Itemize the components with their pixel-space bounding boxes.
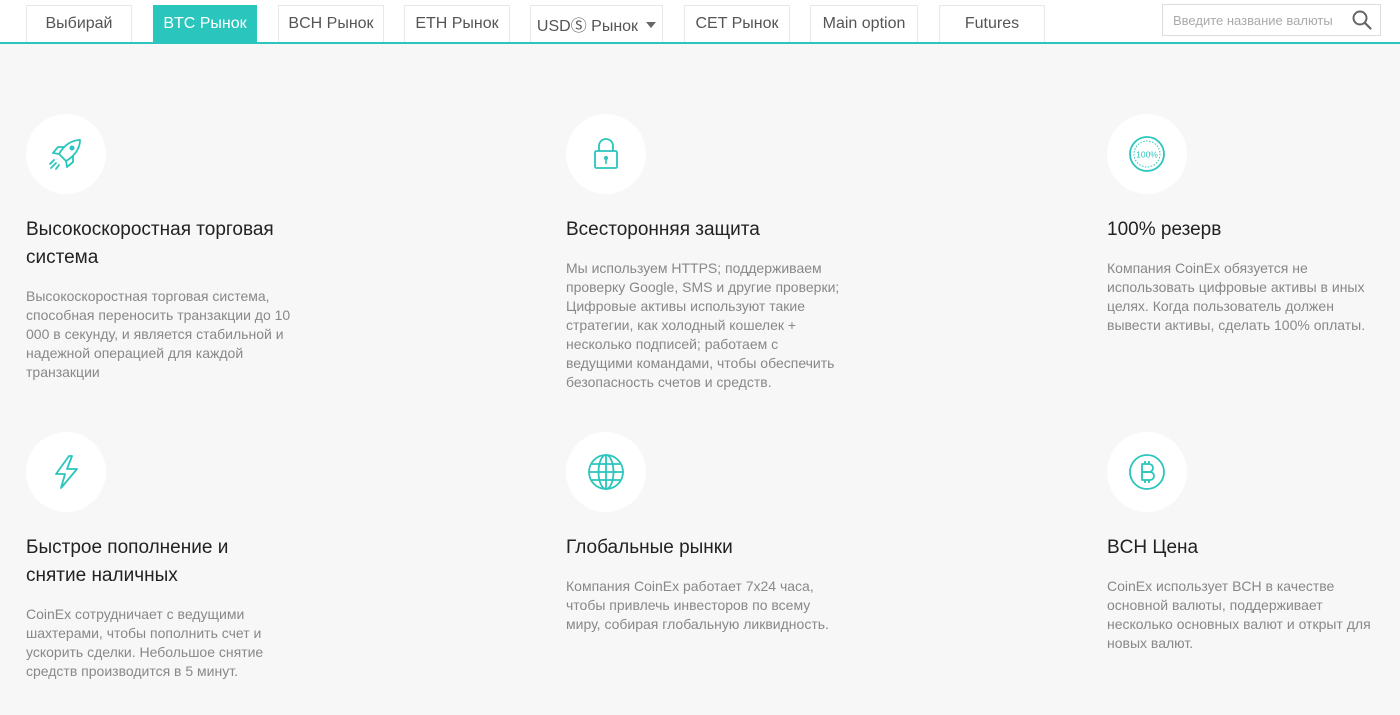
search-icon[interactable] [1352, 10, 1372, 30]
feature-title: Быстрое пополнение и снятие наличных [26, 537, 229, 586]
feature-description: CoinEx сотрудничает с ведущими шахтерами… [26, 606, 264, 679]
feature-bch-price: BCH Цена CoinEx использует BCH в качеств… [1107, 432, 1400, 702]
feature-description: Мы используем HTTPS; поддерживаем провер… [566, 260, 840, 390]
reserve-percent-label: 100% [1136, 150, 1158, 160]
feature-title: Всесторонняя защита [566, 219, 760, 240]
tab-label: BTC Рынок [163, 15, 247, 32]
feature-description: Компания CoinEx обязуется не использоват… [1107, 260, 1366, 333]
feature-full-reserve: 100% 100% резерв Компания CoinEx обязует… [1107, 114, 1400, 394]
market-tab-bar: Выбирай BTC Рынок BCH Рынок ETH Рынок US… [0, 0, 1400, 44]
tab-cet-market[interactable]: CET Рынок [684, 5, 790, 42]
feature-title: 100% резерв [1107, 219, 1222, 240]
feature-icon-circle [26, 114, 106, 194]
tab-choose[interactable]: Выбирай [26, 5, 132, 42]
feature-icon-circle [566, 432, 646, 512]
feature-description: CoinEx использует BCH в качестве основно… [1107, 578, 1371, 651]
globe-icon [588, 454, 624, 490]
tab-label: USDⓈ Рынок [536, 18, 639, 35]
tab-futures[interactable]: Futures [939, 5, 1045, 42]
tab-label: ETH Рынок [415, 15, 499, 32]
reserve-100-icon: 100% [1129, 136, 1165, 172]
chevron-down-icon [646, 22, 657, 28]
tab-label: BCH Рынок [288, 15, 374, 32]
lightning-icon [55, 455, 78, 489]
feature-icon-circle [566, 114, 646, 194]
tab-usd-market[interactable]: USDⓈ Рынок [530, 5, 663, 42]
feature-icon-circle [1107, 432, 1187, 512]
feature-description: Компания CoinEx работает 7x24 часа, чтоб… [566, 578, 829, 632]
tab-main-option[interactable]: Main option [810, 5, 918, 42]
feature-description: Высокоскоростная торговая система, спосо… [26, 288, 291, 380]
feature-comprehensive-protection: Всесторонняя защита Мы используем HTTPS;… [566, 114, 866, 394]
feature-title: Глобальные рынки [566, 537, 733, 558]
currency-search-input[interactable] [1163, 5, 1349, 35]
tab-btc-market[interactable]: BTC Рынок [153, 5, 257, 42]
feature-high-speed-trading: Высокоскоростная торговая система Высоко… [26, 114, 326, 394]
padlock-icon [594, 138, 618, 169]
feature-title: Высокоскоростная торговая система [26, 219, 274, 268]
tab-eth-market[interactable]: ETH Рынок [404, 5, 510, 42]
feature-fast-deposit-withdrawal: Быстрое пополнение и снятие наличных Coi… [26, 432, 326, 702]
tab-bch-market[interactable]: BCH Рынок [278, 5, 384, 42]
tab-label: CET Рынок [695, 15, 779, 32]
currency-search-box [1162, 4, 1381, 36]
bitcoin-coin-icon [1129, 454, 1165, 490]
rocket-icon [49, 139, 81, 170]
feature-icon-circle [26, 432, 106, 512]
feature-icon-circle: 100% [1107, 114, 1187, 194]
feature-title: BCH Цена [1107, 537, 1199, 558]
feature-global-markets: Глобальные рынки Компания CoinEx работае… [566, 432, 866, 702]
tab-label: Выбирай [45, 15, 113, 32]
tab-label: Futures [964, 15, 1020, 32]
tab-label: Main option [822, 15, 906, 32]
